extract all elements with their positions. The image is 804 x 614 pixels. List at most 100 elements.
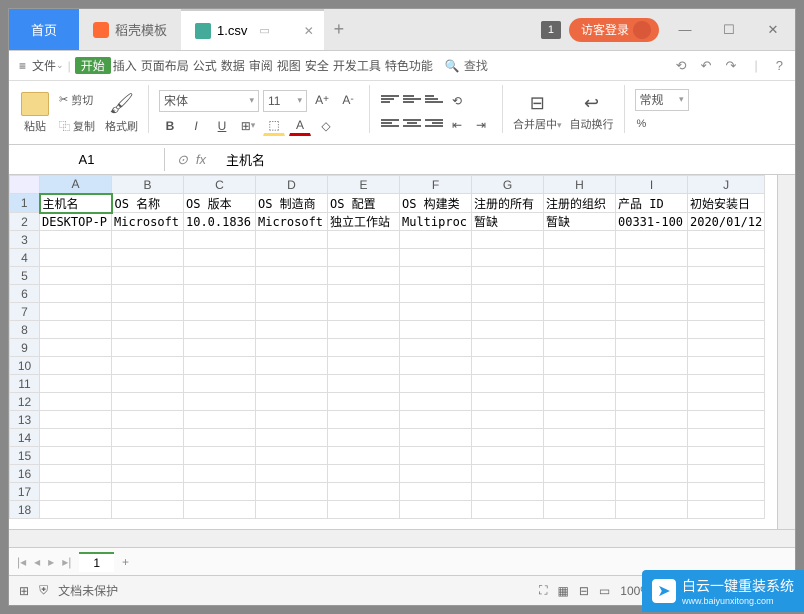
cell-B1[interactable]: OS 名称	[112, 194, 184, 213]
cell-A12[interactable]	[40, 393, 112, 411]
cell-F11[interactable]	[400, 375, 472, 393]
cell-J15[interactable]	[688, 447, 765, 465]
cell-C6[interactable]	[184, 285, 256, 303]
cell-A18[interactable]	[40, 501, 112, 519]
cell-C9[interactable]	[184, 339, 256, 357]
row-header-14[interactable]: 14	[10, 429, 40, 447]
cell-E2[interactable]: 独立工作站	[328, 213, 400, 231]
cell-E4[interactable]	[328, 249, 400, 267]
cell-H3[interactable]	[544, 231, 616, 249]
cell-G16[interactable]	[472, 465, 544, 483]
ribbon-tab-review[interactable]: 审阅	[247, 57, 275, 74]
cell-E17[interactable]	[328, 483, 400, 501]
cell-C1[interactable]: OS 版本	[184, 194, 256, 213]
sheet-nav-prev[interactable]: ◂	[34, 555, 40, 569]
cell-I18[interactable]	[616, 501, 688, 519]
cell-B14[interactable]	[112, 429, 184, 447]
cell-E13[interactable]	[328, 411, 400, 429]
cell-H10[interactable]	[544, 357, 616, 375]
cell-H14[interactable]	[544, 429, 616, 447]
row-header-18[interactable]: 18	[10, 501, 40, 519]
align-left-button[interactable]	[381, 116, 399, 130]
align-right-button[interactable]	[425, 116, 443, 130]
indent-decrease-button[interactable]: ⇤	[446, 115, 468, 135]
cell-J1[interactable]: 初始安装日	[688, 194, 765, 213]
fx-icon[interactable]: fx	[196, 152, 206, 167]
file-dropdown-icon[interactable]: ⌄	[56, 60, 64, 71]
cell-H9[interactable]	[544, 339, 616, 357]
decrease-font-button[interactable]: A-	[337, 90, 359, 110]
cell-A8[interactable]	[40, 321, 112, 339]
row-header-4[interactable]: 4	[10, 249, 40, 267]
ribbon-tab-features[interactable]: 特色功能	[383, 57, 435, 74]
cell-H6[interactable]	[544, 285, 616, 303]
cell-B15[interactable]	[112, 447, 184, 465]
cell-G11[interactable]	[472, 375, 544, 393]
row-header-6[interactable]: 6	[10, 285, 40, 303]
col-header-I[interactable]: I	[616, 176, 688, 194]
cell-C7[interactable]	[184, 303, 256, 321]
row-header-17[interactable]: 17	[10, 483, 40, 501]
menu-file[interactable]: 文件	[32, 57, 56, 74]
cell-F18[interactable]	[400, 501, 472, 519]
row-header-12[interactable]: 12	[10, 393, 40, 411]
cell-B2[interactable]: Microsoft	[112, 213, 184, 231]
sheet-nav-last[interactable]: ▸|	[62, 555, 71, 569]
cell-H1[interactable]: 注册的组织	[544, 194, 616, 213]
cell-H16[interactable]	[544, 465, 616, 483]
cell-F15[interactable]	[400, 447, 472, 465]
cell-D18[interactable]	[256, 501, 328, 519]
cell-I9[interactable]	[616, 339, 688, 357]
cell-C10[interactable]	[184, 357, 256, 375]
border-button[interactable]: ⊞▾	[237, 116, 259, 136]
cell-I12[interactable]	[616, 393, 688, 411]
cell-D17[interactable]	[256, 483, 328, 501]
login-button[interactable]: 访客登录	[569, 18, 659, 42]
cell-E16[interactable]	[328, 465, 400, 483]
underline-button[interactable]: U	[211, 116, 233, 136]
cell-E8[interactable]	[328, 321, 400, 339]
align-center-button[interactable]	[403, 116, 421, 130]
row-header-10[interactable]: 10	[10, 357, 40, 375]
cell-I8[interactable]	[616, 321, 688, 339]
cell-C16[interactable]	[184, 465, 256, 483]
sync-icon[interactable]: ⟲	[676, 58, 687, 74]
col-header-E[interactable]: E	[328, 176, 400, 194]
cell-G4[interactable]	[472, 249, 544, 267]
sheet-nav-first[interactable]: |◂	[17, 555, 26, 569]
cell-G13[interactable]	[472, 411, 544, 429]
ribbon-tab-security[interactable]: 安全	[303, 57, 331, 74]
italic-button[interactable]: I	[185, 116, 207, 136]
window-maximize[interactable]: ☐	[711, 9, 747, 50]
redo-icon[interactable]: ↷	[725, 58, 736, 74]
cell-I7[interactable]	[616, 303, 688, 321]
cell-B4[interactable]	[112, 249, 184, 267]
ribbon-tab-devtools[interactable]: 开发工具	[331, 57, 383, 74]
cell-G14[interactable]	[472, 429, 544, 447]
number-format-select[interactable]: 常规▾	[635, 89, 689, 111]
ribbon-tab-layout[interactable]: 页面布局	[139, 57, 191, 74]
row-header-3[interactable]: 3	[10, 231, 40, 249]
cell-E3[interactable]	[328, 231, 400, 249]
cell-H8[interactable]	[544, 321, 616, 339]
cell-F16[interactable]	[400, 465, 472, 483]
row-header-13[interactable]: 13	[10, 411, 40, 429]
cell-D6[interactable]	[256, 285, 328, 303]
cell-E5[interactable]	[328, 267, 400, 285]
cell-A3[interactable]	[40, 231, 112, 249]
tab-close-icon[interactable]: ✕	[300, 24, 318, 38]
view-fullscreen-icon[interactable]: ⛶	[539, 583, 547, 598]
view-pagebreak-icon[interactable]: ⊟	[579, 584, 589, 598]
cell-H13[interactable]	[544, 411, 616, 429]
sheet-add-button[interactable]: +	[122, 555, 129, 569]
cell-D8[interactable]	[256, 321, 328, 339]
cell-A16[interactable]	[40, 465, 112, 483]
cell-E14[interactable]	[328, 429, 400, 447]
cell-B18[interactable]	[112, 501, 184, 519]
cell-J10[interactable]	[688, 357, 765, 375]
cut-button[interactable]: ✂剪切	[57, 87, 95, 113]
cell-C11[interactable]	[184, 375, 256, 393]
cell-E9[interactable]	[328, 339, 400, 357]
cell-B7[interactable]	[112, 303, 184, 321]
row-header-11[interactable]: 11	[10, 375, 40, 393]
